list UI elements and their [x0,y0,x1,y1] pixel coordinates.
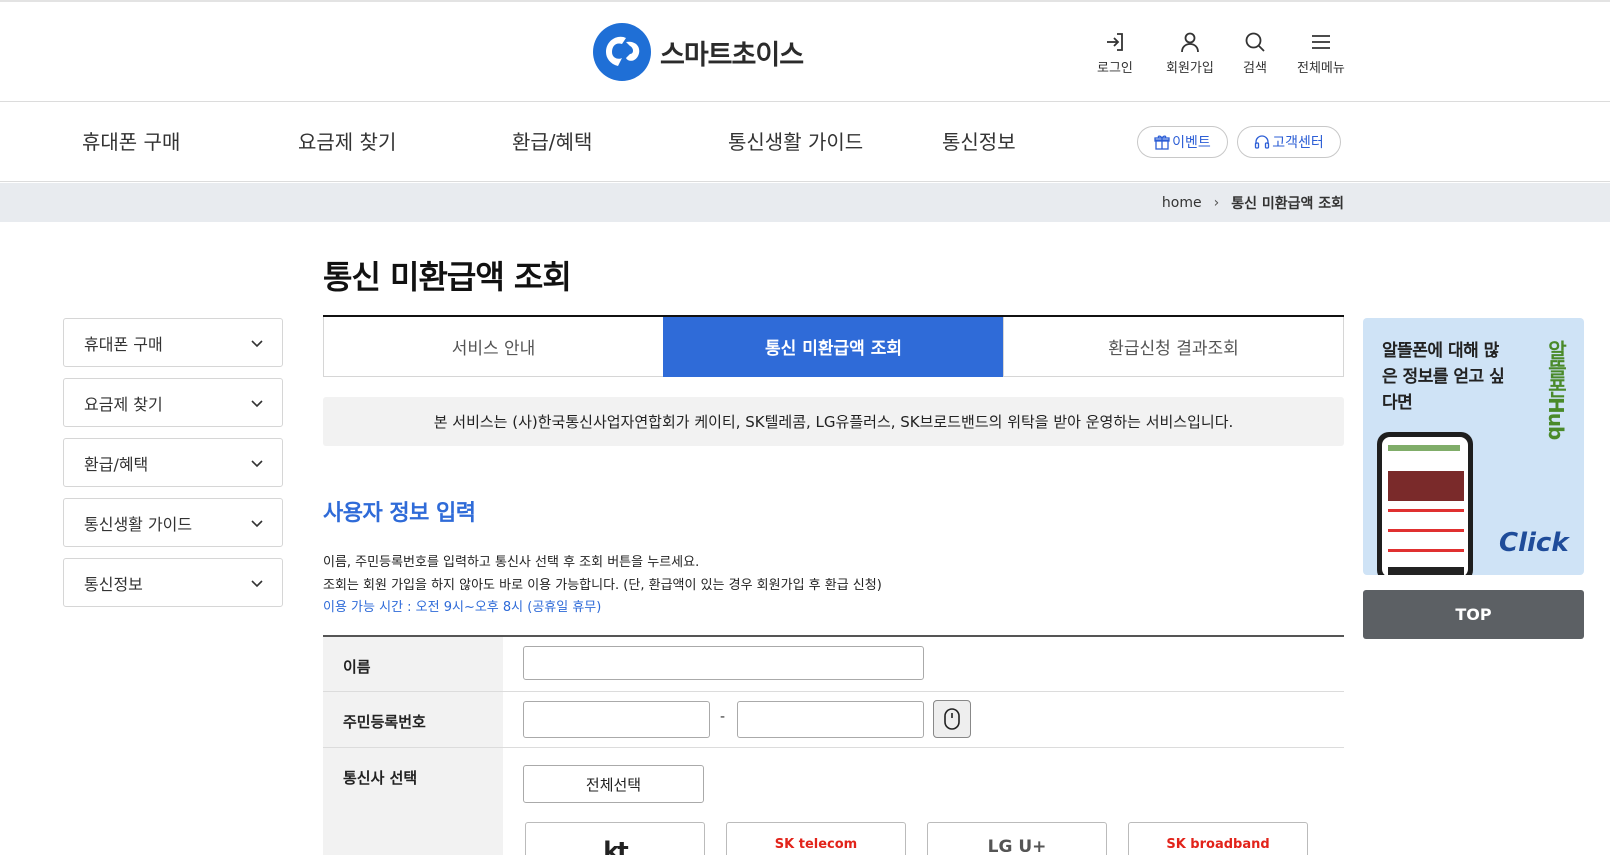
login-link[interactable]: 로그인 [1097,30,1133,76]
signup-link[interactable]: 회원가입 [1166,30,1214,76]
breadcrumb: home › 통신 미환급액 조회 [1162,193,1344,213]
banner-click: Click [1499,528,1569,558]
login-icon [1106,33,1123,51]
membership-note: 조회는 회원 가입을 하지 않아도 바로 이용 가능합니다. (단, 환급액이 … [323,578,882,593]
page-title: 통신 미환급액 조회 [323,258,572,296]
name-input[interactable] [523,646,924,680]
form-row-rrn: 주민등록번호 - [323,692,1344,748]
select-all-button[interactable]: 전체선택 [523,765,704,803]
gnb-item-refund-benefit[interactable]: 환급/혜택 [512,126,592,155]
logo-icon [593,23,651,81]
skb-logo-text: SK broadband [1166,837,1270,852]
logo-text: 스마트초이스 [660,39,804,71]
sidebar-item-telecom-info[interactable]: 통신정보 [63,558,283,607]
carrier-skt-button[interactable]: SK telecom [726,822,906,855]
lgu-logo-text: LG U+ [987,837,1047,855]
event-label: 이벤트 [1172,135,1211,151]
gift-icon [1154,135,1170,150]
chevron-down-icon [251,459,263,467]
global-nav: 휴대폰 구매 요금제 찾기 환급/혜택 통신생활 가이드 통신정보 이벤트 고객… [0,102,1610,182]
carrier-kt-button[interactable]: kt [525,822,705,855]
breadcrumb-bar: home › 통신 미환급액 조회 [0,183,1610,222]
chevron-right-icon: › [1213,195,1220,211]
carrier-skb-button[interactable]: SK broadband [1128,822,1308,855]
all-menu-link[interactable]: 전체메뉴 [1297,30,1345,76]
sidebar-item-label: 통신정보 [84,574,143,594]
service-notice: 본 서비스는 (사)한국통신사업자연합회가 케이티, SK텔레콤, LG유플러스… [323,397,1344,446]
mouse-icon [944,708,960,730]
kt-logo-text: kt [603,837,628,855]
site-logo[interactable]: 스마트초이스 [592,22,804,82]
customer-center-button[interactable]: 고객센터 [1237,126,1341,158]
chevron-down-icon [251,339,263,347]
gnb-item-telecom-info[interactable]: 통신정보 [942,126,1016,155]
chevron-down-icon [251,579,263,587]
sidebar-item-label: 통신생활 가이드 [84,514,193,534]
sidebar-item-plan-finder[interactable]: 요금제 찾기 [63,378,283,427]
rrn-label: 주민등록번호 [323,692,503,747]
security-keypad-button[interactable] [933,700,971,738]
gnb-item-plan-finder[interactable]: 요금제 찾기 [298,126,396,155]
form-row-name: 이름 [323,637,1344,692]
sidebar-item-label: 요금제 찾기 [84,394,163,414]
carrier-label: 통신사 선택 [323,748,503,855]
mvno-hub-banner[interactable]: 알뜰폰에 대해 많은 정보를 얻고 싶다면 알뜰폰Hub Click [1363,318,1584,575]
tab-refund-inquiry[interactable]: 통신 미환급액 조회 [663,317,1003,377]
rrn-back-input[interactable] [737,701,924,738]
instruction-text: 이름, 주민등록번호를 입력하고 통신사 선택 후 조회 버튼을 누르세요. [323,555,700,570]
gnb-item-phone-purchase[interactable]: 휴대폰 구매 [82,126,180,155]
section-title: 사용자 정보 입력 [323,501,476,526]
sidebar-item-label: 휴대폰 구매 [84,334,163,354]
service-hours: 이용 가능 시간 : 오전 9시~오후 8시 (공휴일 휴무) [323,600,602,615]
sidebar-item-label: 환급/혜택 [84,454,149,474]
sidebar-item-refund-benefit[interactable]: 환급/혜택 [63,438,283,487]
carrier-lgu-button[interactable]: LG U+ [927,822,1107,855]
sidebar: 휴대폰 구매 요금제 찾기 환급/혜택 통신생활 가이드 통신정보 [63,318,283,618]
breadcrumb-home[interactable]: home [1162,195,1202,211]
user-icon [1181,32,1199,53]
sidebar-item-telecom-guide[interactable]: 통신생활 가이드 [63,498,283,547]
event-button[interactable]: 이벤트 [1137,126,1228,158]
tab-service-guide[interactable]: 서비스 안내 [323,317,663,377]
login-label: 로그인 [1097,61,1133,76]
all-menu-label: 전체메뉴 [1297,61,1345,76]
search-icon [1245,32,1265,52]
chevron-down-icon [251,399,263,407]
search-link[interactable]: 검색 [1243,30,1267,76]
tab-refund-result[interactable]: 환급신청 결과조회 [1003,317,1344,377]
signup-label: 회원가입 [1166,61,1214,76]
headset-icon [1255,135,1270,149]
rrn-front-input[interactable] [523,701,710,738]
name-label: 이름 [323,637,503,691]
sidebar-item-phone-purchase[interactable]: 휴대폰 구매 [63,318,283,367]
rrn-dash: - [720,709,726,725]
banner-brand: 알뜰폰Hub [1544,340,1568,440]
search-label: 검색 [1243,61,1267,76]
chevron-down-icon [251,519,263,527]
skt-logo-text: SK telecom [774,837,858,852]
tab-list: 서비스 안내 통신 미환급액 조회 환급신청 결과조회 [323,315,1344,377]
phone-illustration [1377,432,1473,575]
menu-icon [1311,35,1330,49]
banner-text: 알뜰폰에 대해 많은 정보를 얻고 싶다면 [1382,341,1505,413]
scroll-top-button[interactable]: TOP [1363,590,1584,639]
breadcrumb-current: 통신 미환급액 조회 [1231,196,1344,212]
customer-center-label: 고객센터 [1272,135,1324,151]
gnb-item-telecom-guide[interactable]: 통신생활 가이드 [728,126,863,155]
site-header: 스마트초이스 로그인 회원가입 검색 전체메뉴 [0,2,1610,102]
